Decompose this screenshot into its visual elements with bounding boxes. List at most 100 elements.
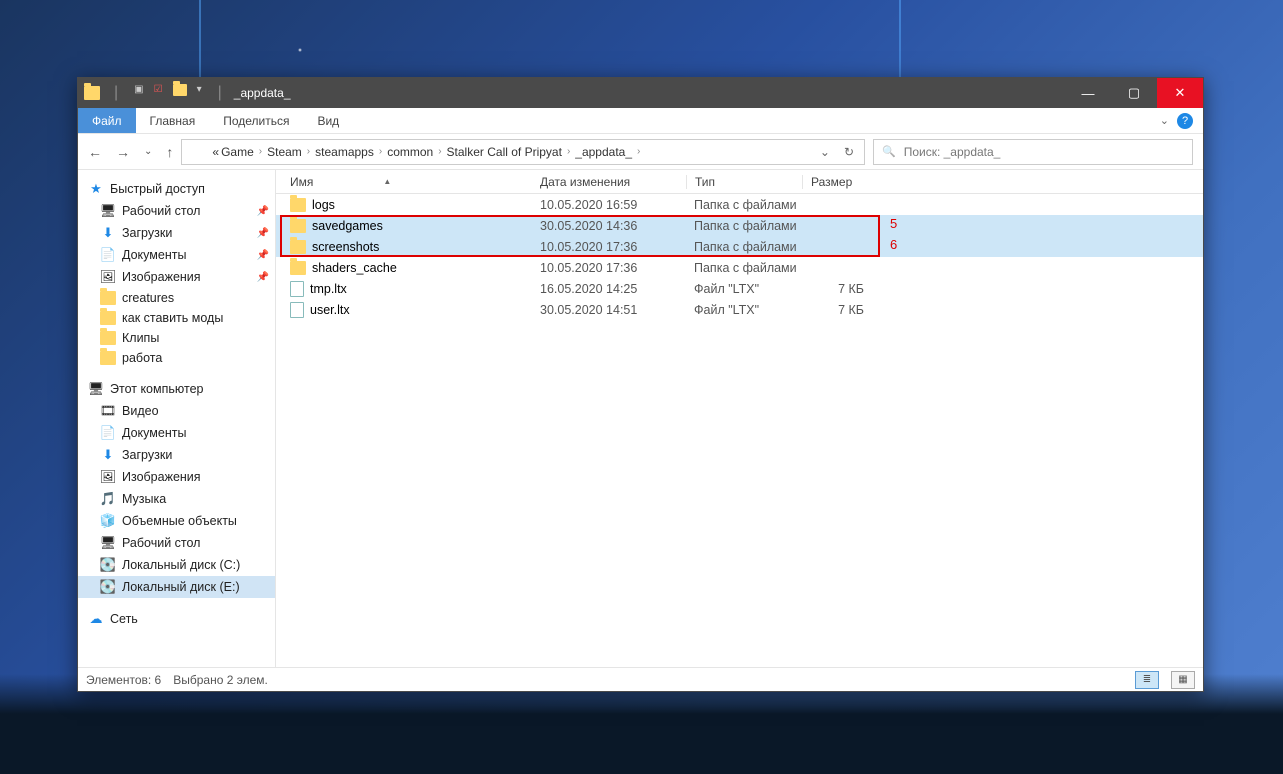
help-icon[interactable]: ? [1177,113,1193,129]
sidebar-item-drive-e[interactable]: 💽Локальный диск (E:) [78,576,275,598]
sidebar-item-folder[interactable]: creatures [78,288,275,308]
pin-icon: 📌 [257,250,269,261]
breadcrumb-prefix[interactable]: « [212,145,219,159]
maximize-button[interactable]: ▢ [1111,78,1157,108]
file-row[interactable]: logs10.05.2020 16:59Папка с файлами [276,194,1203,215]
sidebar-item-drive-c[interactable]: 💽 Локальный диск (C:) [78,554,275,576]
sidebar-item-music[interactable]: 🎵Музыка [78,488,275,510]
sidebar-item-documents[interactable]: 📄Документы📌 [78,244,275,266]
tab-home[interactable]: Главная [136,108,210,133]
qat-newfolder-icon[interactable] [173,84,187,96]
annotation-label-5: 5 [890,216,897,231]
chevron-right-icon: › [438,146,441,157]
sidebar-item-videos[interactable]: 🎞Видео [78,400,275,422]
minimize-button[interactable]: — [1065,78,1111,108]
file-type: Папка с файлами [686,240,802,254]
network-header[interactable]: ☁ Сеть [78,608,275,630]
close-button[interactable]: ✕ [1157,78,1203,108]
breadcrumb-item[interactable]: Game [221,145,254,159]
this-pc-header[interactable]: 🖥Этот компьютер [78,378,275,400]
sidebar-item-label: Загрузки [122,448,172,462]
network-label: Сеть [110,612,138,626]
file-row[interactable]: shaders_cache10.05.2020 17:36Папка с фай… [276,257,1203,278]
address-bar[interactable]: « Game› Steam› steamapps› common› Stalke… [181,139,865,165]
navigation-pane[interactable]: ★ Быстрый доступ 🖥Рабочий стол📌 ⬇Загрузк… [78,170,276,667]
qat-dropdown-icon[interactable]: ▾ [197,84,202,102]
sidebar-item-documents[interactable]: 📄 Документы [78,422,275,444]
video-icon: 🎞 [100,403,116,419]
col-name[interactable]: Имя [290,175,313,189]
sidebar-item-label: Клипы [122,331,159,345]
up-button[interactable]: ↑ [166,144,173,160]
qat-properties-icon[interactable]: ▣ [134,84,143,102]
ribbon: Файл Главная Поделиться Вид ⌄ ? [78,108,1203,134]
chevron-right-icon: › [379,146,382,157]
tab-share[interactable]: Поделиться [209,108,303,133]
folder-icon [100,351,116,365]
quick-access-header[interactable]: ★ Быстрый доступ [78,178,275,200]
sidebar-item-folder[interactable]: работа [78,348,275,368]
search-placeholder: Поиск: _appdata_ [904,145,1001,159]
sidebar-item-label: Документы [122,426,186,440]
file-size: 7 КБ [802,303,882,317]
chevron-right-icon: › [307,146,310,157]
file-name: logs [312,198,335,212]
refresh-button[interactable]: ↻ [838,145,860,159]
col-type[interactable]: Тип [686,175,802,189]
file-date: 30.05.2020 14:36 [540,219,686,233]
breadcrumb-item[interactable]: _appdata_ [575,145,632,159]
download-icon: ⬇ [100,225,116,241]
sidebar-item-desktop[interactable]: 🖥Рабочий стол📌 [78,200,275,222]
forward-button[interactable]: → [116,144,130,160]
sidebar-item-downloads[interactable]: ⬇Загрузки [78,444,275,466]
ribbon-expand-icon[interactable]: ⌄ [1160,114,1169,127]
breadcrumb-item[interactable]: common [387,145,433,159]
file-row[interactable]: tmp.ltx16.05.2020 14:25Файл "LTX"7 КБ [276,278,1203,299]
recent-dropdown-icon[interactable]: ⌄ [144,146,152,157]
sidebar-item-pictures[interactable]: 🖼Изображения📌 [78,266,275,288]
col-date[interactable]: Дата изменения [540,175,686,189]
sidebar-item-label: как ставить моды [122,311,223,325]
back-button[interactable]: ← [88,144,102,160]
titlebar[interactable]: | ▣ ☑ ▾ | _appdata_ — ▢ ✕ [78,78,1203,108]
quick-access-label: Быстрый доступ [110,182,205,196]
sidebar-item-folder[interactable]: Клипы [78,328,275,348]
sidebar-item-pictures[interactable]: 🖼Изображения [78,466,275,488]
column-headers[interactable]: Имя▲ Дата изменения Тип Размер [276,170,1203,194]
this-pc-label: Этот компьютер [110,382,203,396]
drive-icon: 💽 [100,557,116,573]
addr-folder-icon [190,145,206,158]
sidebar-item-desktop[interactable]: 🖥Рабочий стол [78,532,275,554]
file-date: 10.05.2020 16:59 [540,198,686,212]
status-count: Элементов: 6 [86,673,161,687]
breadcrumb-item[interactable]: Stalker Call of Pripyat [447,145,562,159]
qat-check-icon[interactable]: ☑ [154,84,163,102]
sidebar-item-folder[interactable]: как ставить моды [78,308,275,328]
file-tab[interactable]: Файл [78,108,136,133]
sidebar-item-label: Локальный диск (C:) [122,558,240,572]
folder-icon [100,331,116,345]
sidebar-item-label: Изображения [122,270,201,284]
file-row[interactable]: savedgames30.05.2020 14:36Папка с файлам… [276,215,1203,236]
search-box[interactable]: 🔍 Поиск: _appdata_ [873,139,1193,165]
sidebar-item-3d[interactable]: 🧊Объемные объекты [78,510,275,532]
folder-icon [100,291,116,305]
thumbnails-view-button[interactable]: ▦ [1171,671,1195,689]
folder-icon [290,261,306,275]
breadcrumb-item[interactable]: steamapps [315,145,374,159]
sidebar-item-downloads[interactable]: ⬇Загрузки📌 [78,222,275,244]
pictures-icon: 🖼 [100,269,116,285]
col-size[interactable]: Размер [802,175,882,189]
sidebar-item-label: Локальный диск (E:) [122,580,240,594]
network-icon: ☁ [88,611,104,627]
breadcrumb-item[interactable]: Steam [267,145,302,159]
documents-icon: 📄 [100,425,116,441]
search-icon: 🔍 [882,145,896,158]
star-icon: ★ [88,181,104,197]
addr-dropdown-icon[interactable]: ⌄ [814,145,836,159]
tab-view[interactable]: Вид [303,108,353,133]
file-row[interactable]: user.ltx30.05.2020 14:51Файл "LTX"7 КБ [276,299,1203,320]
file-type: Папка с файлами [686,261,802,275]
file-row[interactable]: screenshots10.05.2020 17:36Папка с файла… [276,236,1203,257]
details-view-button[interactable]: ≣ [1135,671,1159,689]
